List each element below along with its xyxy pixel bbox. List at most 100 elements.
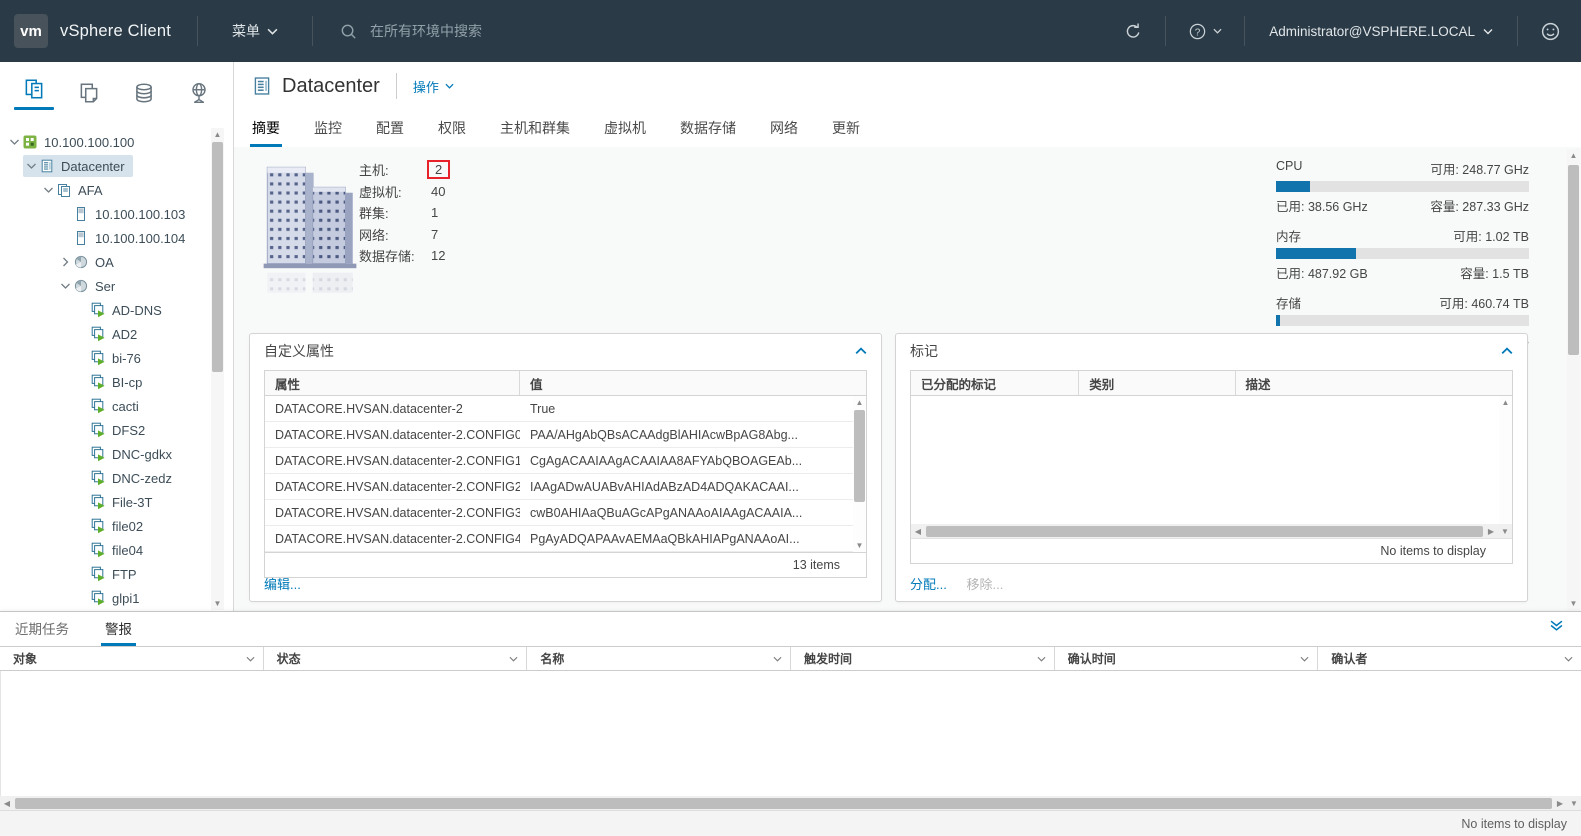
tab-更新[interactable]: 更新	[832, 118, 860, 147]
alarms-hscrollbar[interactable]: ◀ ▶ ▼	[0, 796, 1581, 810]
help-menu[interactable]: ?	[1166, 22, 1244, 41]
attribute-row[interactable]: DATACORE.HVSAN.datacenter-2.CONFIG1CgAgA…	[265, 448, 866, 474]
inventory-tab-storage[interactable]	[121, 67, 167, 119]
alarm-column-确认时间[interactable]: 确认时间	[1055, 647, 1319, 670]
scroll-down-arrow-icon[interactable]: ▼	[1567, 597, 1580, 610]
attribute-row[interactable]: DATACORE.HVSAN.datacenter-2.CONFIG2IAAgA…	[265, 474, 866, 500]
scrollbar-thumb[interactable]	[212, 142, 223, 372]
remove-tag-link[interactable]: 移除...	[966, 577, 1003, 592]
user-menu[interactable]: Administrator@VSPHERE.LOCAL	[1245, 24, 1517, 39]
global-search[interactable]: 在所有环境中搜索	[313, 21, 482, 41]
scrollbar-thumb[interactable]	[15, 798, 1552, 809]
collapse-caret-icon[interactable]	[57, 281, 73, 291]
tree-item-OA[interactable]: OA	[0, 250, 233, 274]
actions-dropdown[interactable]: 操作	[413, 77, 454, 96]
tree-item-10.100.100.100[interactable]: 10.100.100.100	[0, 130, 233, 154]
scroll-left-arrow-icon[interactable]: ◀	[0, 796, 14, 810]
scroll-down-arrow-icon[interactable]: ▼	[1567, 796, 1581, 810]
scroll-up-arrow-icon[interactable]: ▲	[1499, 396, 1512, 409]
scroll-right-arrow-icon[interactable]: ▶	[1553, 796, 1567, 810]
collapse-chevron-icon[interactable]	[855, 347, 867, 355]
tree-item-File-3T[interactable]: File-3T	[0, 490, 233, 514]
column-filter-chevron-icon[interactable]	[773, 656, 782, 662]
tree-item-DNC-zedz[interactable]: DNC-zedz	[0, 466, 233, 490]
scroll-right-arrow-icon[interactable]: ▶	[1484, 524, 1498, 538]
scroll-up-arrow-icon[interactable]: ▲	[853, 396, 866, 409]
tree-item-DFS2[interactable]: DFS2	[0, 418, 233, 442]
bottom-tab-近期任务[interactable]: 近期任务	[15, 618, 69, 646]
collapse-chevron-icon[interactable]	[1501, 347, 1513, 355]
expand-caret-icon[interactable]	[57, 257, 73, 267]
scroll-down-arrow-icon[interactable]: ▼	[211, 597, 224, 610]
inventory-tab-networking[interactable]	[176, 67, 222, 119]
scroll-up-arrow-icon[interactable]: ▲	[1567, 149, 1580, 162]
alarm-column-确认者[interactable]: 确认者	[1318, 647, 1581, 670]
tree-item-file04[interactable]: file04	[0, 538, 233, 562]
content-scrollbar[interactable]: ▲ ▼	[1567, 149, 1580, 610]
tab-数据存储[interactable]: 数据存储	[680, 118, 736, 147]
scroll-down-arrow-icon[interactable]: ▼	[1498, 524, 1512, 538]
tree-item-AD2[interactable]: AD2	[0, 322, 233, 346]
tree-item-AFA[interactable]: AFA	[0, 178, 233, 202]
tree-item-FTP[interactable]: FTP	[0, 562, 233, 586]
tags-hscrollbar[interactable]: ◀ ▶ ▼	[911, 524, 1512, 538]
tab-摘要[interactable]: 摘要	[252, 118, 280, 147]
scrollbar-thumb[interactable]	[926, 526, 1483, 537]
alarm-column-名称[interactable]: 名称	[527, 647, 791, 670]
bottom-tab-警报[interactable]: 警报	[105, 618, 132, 646]
scrollbar-thumb[interactable]	[854, 410, 865, 502]
column-header-已分配的标记[interactable]: 已分配的标记	[911, 371, 1079, 395]
inventory-tab-vms-and-templates[interactable]	[66, 67, 112, 119]
column-filter-chevron-icon[interactable]	[246, 656, 255, 662]
tree-item-bi-76[interactable]: bi-76	[0, 346, 233, 370]
tree-scrollbar[interactable]: ▲ ▼	[211, 128, 224, 610]
column-filter-chevron-icon[interactable]	[1564, 656, 1573, 662]
tab-权限[interactable]: 权限	[438, 118, 466, 147]
scroll-down-arrow-icon[interactable]: ▼	[853, 539, 866, 552]
double-chevron-down-icon[interactable]	[1550, 620, 1563, 631]
menu-dropdown[interactable]: 菜单	[198, 21, 312, 41]
column-header-类别[interactable]: 类别	[1079, 371, 1235, 395]
alarm-column-状态[interactable]: 状态	[264, 647, 528, 670]
feedback-button[interactable]	[1518, 21, 1565, 42]
assign-tag-link[interactable]: 分配...	[910, 577, 947, 592]
scrollbar-thumb[interactable]	[1568, 165, 1579, 355]
attribute-row[interactable]: DATACORE.HVSAN.datacenter-2.CONFIG0PAA/A…	[265, 422, 866, 448]
collapse-caret-icon[interactable]	[6, 137, 22, 147]
collapse-caret-icon[interactable]	[23, 161, 39, 171]
tab-配置[interactable]: 配置	[376, 118, 404, 147]
column-header-值[interactable]: 值	[520, 371, 866, 395]
attribute-row[interactable]: DATACORE.HVSAN.datacenter-2.CONFIG4PgAyA…	[265, 526, 866, 552]
inventory-tab-hosts-and-clusters[interactable]	[11, 67, 57, 119]
tree-item-AD-DNS[interactable]: AD-DNS	[0, 298, 233, 322]
scroll-up-arrow-icon[interactable]: ▲	[211, 128, 224, 141]
collapse-caret-icon[interactable]	[40, 185, 56, 195]
tree-item-10.100.100.103[interactable]: 10.100.100.103	[0, 202, 233, 226]
column-filter-chevron-icon[interactable]	[1037, 656, 1046, 662]
tree-item-Datacenter[interactable]: Datacenter	[0, 154, 233, 178]
refresh-button[interactable]	[1102, 22, 1165, 41]
alarm-column-对象[interactable]: 对象	[0, 647, 264, 670]
tab-虚拟机[interactable]: 虚拟机	[604, 118, 646, 147]
scroll-left-arrow-icon[interactable]: ◀	[911, 524, 925, 538]
edit-attributes-link[interactable]: 编辑...	[264, 574, 301, 593]
column-header-描述[interactable]: 描述	[1236, 371, 1512, 395]
tab-网络[interactable]: 网络	[770, 118, 798, 147]
tree-item-file02[interactable]: file02	[0, 514, 233, 538]
column-filter-chevron-icon[interactable]	[509, 656, 518, 662]
alarm-column-触发时间[interactable]: 触发时间	[791, 647, 1055, 670]
tree-item-10.100.100.104[interactable]: 10.100.100.104	[0, 226, 233, 250]
attribute-row[interactable]: DATACORE.HVSAN.datacenter-2True	[265, 396, 866, 422]
tags-vscrollbar[interactable]: ▲	[1499, 396, 1512, 524]
column-header-属性[interactable]: 属性	[265, 371, 520, 395]
tree-item-Ser[interactable]: Ser	[0, 274, 233, 298]
tree-item-DNC-gdkx[interactable]: DNC-gdkx	[0, 442, 233, 466]
tab-监控[interactable]: 监控	[314, 118, 342, 147]
tree-item-BI-cp[interactable]: BI-cp	[0, 370, 233, 394]
tab-主机和群集[interactable]: 主机和群集	[500, 118, 570, 147]
attributes-scrollbar[interactable]: ▲ ▼	[853, 396, 866, 552]
attribute-row[interactable]: DATACORE.HVSAN.datacenter-2.CONFIG3cwB0A…	[265, 500, 866, 526]
tree-item-glpi1[interactable]: glpi1	[0, 586, 233, 610]
tree-item-cacti[interactable]: cacti	[0, 394, 233, 418]
column-filter-chevron-icon[interactable]	[1300, 656, 1309, 662]
